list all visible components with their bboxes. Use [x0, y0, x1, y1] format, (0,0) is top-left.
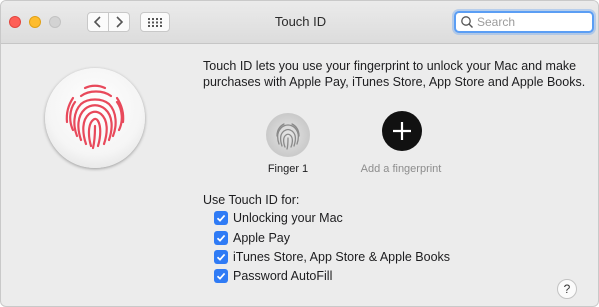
password-autofill-checkbox[interactable]: Password AutoFill: [214, 268, 332, 284]
touch-id-window: Touch ID Search Touch ID lets you use yo…: [0, 0, 599, 307]
help-button[interactable]: ?: [557, 279, 577, 299]
forward-button[interactable]: [108, 12, 130, 32]
search-icon: [461, 16, 473, 28]
checkmark-icon: [214, 250, 228, 264]
checkbox-label: Apple Pay: [233, 231, 290, 245]
minimize-button[interactable]: [29, 16, 41, 28]
unlocking-mac-checkbox[interactable]: Unlocking your Mac: [214, 210, 343, 226]
show-all-button[interactable]: [140, 12, 170, 32]
grid-icon: [148, 17, 162, 27]
checkmark-icon: [214, 231, 228, 245]
touch-id-fingerprint-icon: [45, 68, 145, 168]
sidebar: [1, 43, 190, 306]
chevron-right-icon: [116, 16, 124, 28]
checkmark-icon: [214, 211, 228, 225]
use-touch-id-heading: Use Touch ID for:: [203, 193, 300, 207]
itunes-store-checkbox[interactable]: iTunes Store, App Store & Apple Books: [214, 249, 450, 265]
touch-id-description: Touch ID lets you use your fingerprint t…: [203, 59, 586, 89]
main-content: Touch ID lets you use your fingerprint t…: [190, 43, 598, 306]
zoom-button[interactable]: [49, 16, 61, 28]
plus-icon: [393, 122, 411, 140]
search-input[interactable]: [474, 15, 587, 29]
add-fingerprint-button[interactable]: [382, 111, 422, 151]
chevron-left-icon: [93, 16, 101, 28]
close-button[interactable]: [9, 16, 21, 28]
finger-1-label: Finger 1: [267, 163, 309, 175]
search-field[interactable]: [454, 11, 594, 33]
checkmark-icon: [214, 269, 228, 283]
finger-1-button[interactable]: [266, 113, 310, 157]
fingerprint-icon: [276, 123, 300, 150]
apple-pay-checkbox[interactable]: Apple Pay: [214, 230, 290, 246]
checkbox-label: Unlocking your Mac: [233, 211, 343, 225]
checkbox-label: iTunes Store, App Store & Apple Books: [233, 250, 451, 264]
add-fingerprint-label: Add a fingerprint: [360, 163, 442, 175]
back-button[interactable]: [87, 12, 109, 32]
checkbox-label: Password AutoFill: [233, 269, 333, 283]
title-bar: Touch ID: [1, 1, 598, 44]
